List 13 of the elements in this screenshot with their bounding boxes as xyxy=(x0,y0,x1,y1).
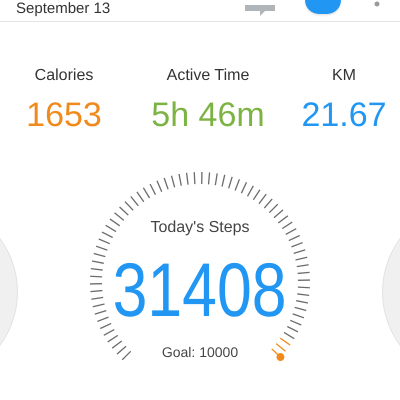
stat-label: Calories xyxy=(34,66,94,86)
chat-icon[interactable] xyxy=(245,4,275,16)
stat-value: 1653 xyxy=(26,98,102,132)
stat-value: 5h 46m xyxy=(151,98,265,132)
step-count: 31408 xyxy=(113,252,287,328)
date-title: September 13 xyxy=(16,1,110,16)
stat-value: 21.67 xyxy=(301,98,387,132)
stat-label: KM xyxy=(332,66,356,86)
stat-label: Active Time xyxy=(166,66,250,86)
more-icon[interactable] xyxy=(374,0,380,8)
action-button[interactable] xyxy=(305,0,341,14)
goal-text: Goal: 10000 xyxy=(162,343,238,362)
gauge-title: Today's Steps xyxy=(150,218,250,238)
